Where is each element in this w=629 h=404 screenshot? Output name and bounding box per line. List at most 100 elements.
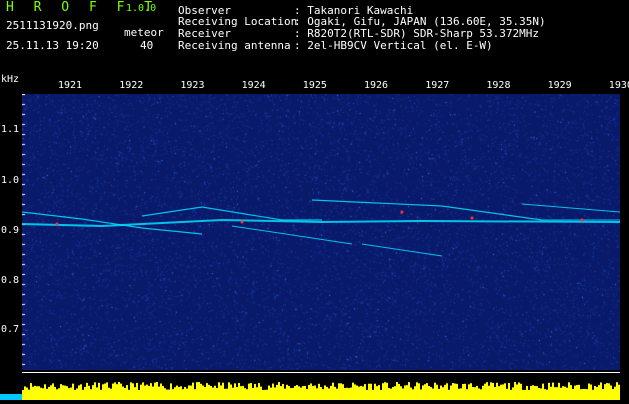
floor-bar xyxy=(200,383,202,400)
floor-bar xyxy=(424,384,426,400)
floor-bar xyxy=(152,386,154,400)
floor-bar xyxy=(350,387,352,400)
floor-bar xyxy=(514,382,516,400)
floor-bar xyxy=(526,385,528,400)
floor-bar xyxy=(134,387,136,400)
floor-bar xyxy=(40,387,42,400)
floor-bar xyxy=(370,383,372,400)
floor-bar xyxy=(298,386,300,400)
floor-bar xyxy=(238,382,240,400)
floor-bar xyxy=(56,389,58,400)
meteor-count: 40 xyxy=(140,39,154,52)
floor-bar xyxy=(58,388,60,400)
floor-bar xyxy=(504,383,506,400)
floor-bar xyxy=(202,385,204,400)
floor-bar xyxy=(570,385,572,400)
floor-bar xyxy=(310,383,312,400)
floor-bar xyxy=(218,382,220,400)
floor-bar xyxy=(400,386,402,400)
floor-bar xyxy=(540,388,542,400)
floor-bar xyxy=(212,387,214,400)
plot-right-edge xyxy=(620,94,629,400)
floor-bar xyxy=(114,382,116,400)
floor-bar xyxy=(462,384,464,400)
floor-bar xyxy=(408,382,410,400)
floor-bar xyxy=(588,383,590,400)
floor-bar xyxy=(244,388,246,400)
floor-bar xyxy=(308,384,310,400)
floor-bar xyxy=(602,389,604,400)
trace-hotspot-3 xyxy=(470,216,474,220)
floor-bar xyxy=(304,385,306,400)
meteor-trace-6 xyxy=(231,225,353,245)
floor-bar xyxy=(162,385,164,400)
floor-bar xyxy=(182,389,184,400)
floor-bar xyxy=(340,383,342,400)
trace-hotspot-1 xyxy=(240,220,244,224)
x-tick-1928: 1928 xyxy=(486,80,511,91)
floor-bar xyxy=(300,387,302,400)
floor-bar xyxy=(438,388,440,400)
spectrogram-plot xyxy=(22,94,620,375)
floor-bar xyxy=(296,385,298,400)
floor-bar xyxy=(486,382,488,400)
floor-bar xyxy=(228,382,230,400)
floor-bar xyxy=(512,387,514,400)
floor-bar-edge xyxy=(14,394,16,400)
floor-bar xyxy=(302,386,304,400)
floor-bar xyxy=(594,385,596,400)
floor-bar xyxy=(488,385,490,400)
floor-bar xyxy=(352,382,354,400)
floor-bar xyxy=(448,389,450,400)
floor-bar xyxy=(612,389,614,400)
floor-bar xyxy=(48,386,50,400)
floor-bar xyxy=(186,388,188,400)
floor-bar xyxy=(146,384,148,400)
floor-bar xyxy=(392,387,394,400)
floor-bar xyxy=(222,382,224,400)
floor-bar xyxy=(246,389,248,400)
floor-bar xyxy=(124,387,126,400)
meteor-trace-7 xyxy=(361,243,443,257)
floor-bar xyxy=(478,388,480,400)
floor-bar xyxy=(68,388,70,400)
floor-bar xyxy=(422,385,424,400)
floor-bar xyxy=(250,383,252,400)
floor-bar xyxy=(140,384,142,400)
floor-bar xyxy=(88,385,90,400)
y-tick-1-1: 1.1 xyxy=(1,124,20,135)
meteor-trace-4 xyxy=(521,203,620,213)
floor-bar xyxy=(600,382,602,400)
floor-bar xyxy=(86,382,88,400)
floor-bar xyxy=(190,385,192,400)
floor-bar xyxy=(506,388,508,400)
floor-bar-edge xyxy=(0,394,2,400)
floor-bar-edge xyxy=(6,394,8,400)
floor-bar xyxy=(210,385,212,400)
floor-bar xyxy=(94,382,96,400)
floor-bar xyxy=(608,383,610,400)
floor-bar xyxy=(318,383,320,400)
floor-bar xyxy=(208,384,210,400)
floor-guide-line xyxy=(22,372,620,373)
floor-bar xyxy=(376,386,378,400)
floor-bar xyxy=(480,389,482,400)
floor-bar xyxy=(188,385,190,400)
floor-bar xyxy=(578,384,580,400)
floor-bar xyxy=(516,384,518,400)
x-tick-1927: 1927 xyxy=(425,80,450,91)
floor-bar xyxy=(386,382,388,400)
floor-bar xyxy=(160,383,162,400)
floor-bar xyxy=(428,386,430,400)
floor-bar xyxy=(552,382,554,400)
floor-bar xyxy=(22,389,24,400)
floor-bar xyxy=(204,387,206,400)
floor-bar-edge xyxy=(4,394,6,400)
floor-bar xyxy=(170,383,172,400)
floor-bar xyxy=(154,382,156,400)
meteor-trace-3 xyxy=(311,199,543,221)
x-tick-1922: 1922 xyxy=(119,80,144,91)
floor-bar xyxy=(272,383,274,400)
meteor-label: meteor xyxy=(124,26,164,39)
x-tick-1925: 1925 xyxy=(302,80,327,91)
